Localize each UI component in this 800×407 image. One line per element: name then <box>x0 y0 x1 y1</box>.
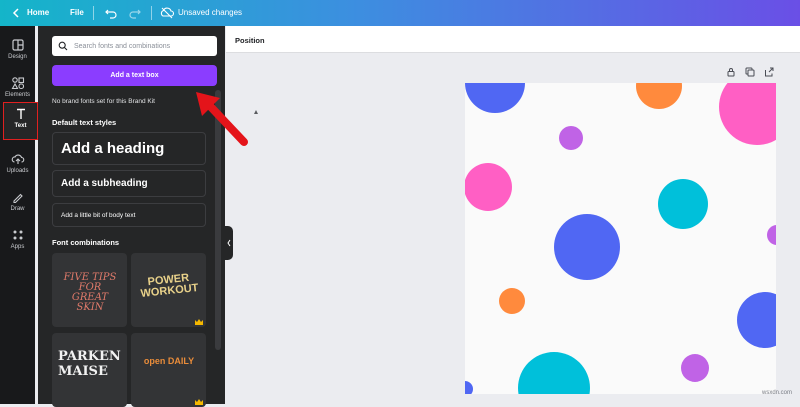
position-button[interactable]: Position <box>235 36 265 45</box>
top-toolbar: Home File Unsaved changes <box>0 0 800 26</box>
rail-item-label: Apps <box>10 244 25 250</box>
add-subheading-button[interactable]: Add a subheading <box>52 170 206 197</box>
add-body-text-button[interactable]: Add a little bit of body text <box>52 203 206 227</box>
dot-blue <box>737 292 776 348</box>
save-status-text: Unsaved changes <box>178 8 243 17</box>
annotation-arrow <box>196 92 248 146</box>
collapse-panel-handle[interactable] <box>225 226 233 260</box>
file-menu-button[interactable]: File <box>70 8 84 17</box>
undo-icon[interactable] <box>104 6 118 20</box>
dot-cyan <box>518 352 590 394</box>
toolbar-divider <box>151 6 152 20</box>
font-combination-card[interactable]: PARKEN MAISE <box>52 333 127 407</box>
dot-pink <box>719 83 776 145</box>
text-icon <box>16 108 25 119</box>
rail-item-label: Design <box>8 54 27 60</box>
draw-icon <box>12 193 23 204</box>
side-rail: Design Elements Text Uploads Draw Apps <box>0 26 38 404</box>
design-icon <box>11 39 24 51</box>
font-combination-card[interactable]: open DAILY <box>131 333 206 407</box>
rail-item-label: Uploads <box>6 168 29 174</box>
dot-purple <box>681 354 709 382</box>
search-fonts-input[interactable]: Search fonts and combinations <box>52 36 217 56</box>
share-icon[interactable] <box>764 67 774 77</box>
dot-orange <box>499 288 525 314</box>
rail-item-design[interactable]: Design <box>0 34 35 72</box>
watermark-text: wsxdn.com <box>762 390 793 396</box>
crown-icon <box>195 399 203 405</box>
combo-text: PARKEN MAISE <box>58 349 121 379</box>
text-panel: Search fonts and combinations Add a text… <box>38 26 258 407</box>
dot-purple <box>767 225 776 245</box>
upload-icon <box>11 154 24 164</box>
combo-text: FIVE TIPS FOR GREAT SKIN <box>63 272 117 313</box>
dot-pink <box>465 163 512 211</box>
rail-item-label: Draw <box>10 206 25 212</box>
home-button[interactable]: Home <box>27 8 49 17</box>
rail-item-label: Text <box>14 123 27 129</box>
search-icon <box>58 41 68 51</box>
search-placeholder: Search fonts and combinations <box>74 42 171 50</box>
rail-item-text[interactable]: Text <box>3 102 38 140</box>
rail-item-uploads[interactable]: Uploads <box>0 148 35 186</box>
font-combinations-heading: Font combinations <box>52 238 120 247</box>
combo-text: open DAILY <box>143 356 195 366</box>
dot-cyan <box>658 179 708 229</box>
crown-icon <box>195 319 203 325</box>
dot-blue <box>554 214 620 280</box>
dot-blue <box>465 83 525 113</box>
combo-text: POWER WORKOUT <box>140 271 200 300</box>
rail-item-draw[interactable]: Draw <box>0 186 35 224</box>
brand-kit-note: No brand fonts set for this Brand Kit <box>52 98 155 105</box>
dot-orange <box>636 83 682 109</box>
default-styles-heading: Default text styles <box>52 118 117 127</box>
redo-icon[interactable] <box>128 6 142 20</box>
elements-icon <box>11 77 24 90</box>
design-canvas[interactable] <box>465 83 776 394</box>
chevron-left-icon[interactable] <box>10 7 22 19</box>
toolbar-divider <box>93 6 94 20</box>
font-combination-card[interactable]: POWER WORKOUT <box>131 253 206 327</box>
font-combination-card[interactable]: FIVE TIPS FOR GREAT SKIN <box>52 253 127 327</box>
context-toolbar: Position <box>226 26 800 53</box>
dot-blue <box>465 381 473 394</box>
cloud-slash-icon[interactable] <box>159 5 175 21</box>
rail-item-label: Elements <box>4 92 30 98</box>
dot-purple <box>559 126 583 150</box>
rail-item-apps[interactable]: Apps <box>0 224 35 262</box>
apps-icon <box>13 230 22 240</box>
add-text-box-button[interactable]: Add a text box <box>52 65 217 86</box>
polka-dot-artwork <box>465 83 776 394</box>
chevron-left-icon <box>227 239 231 247</box>
lock-icon[interactable] <box>726 67 736 77</box>
scroll-up-icon[interactable] <box>254 110 258 114</box>
add-heading-button[interactable]: Add a heading <box>52 132 206 165</box>
duplicate-icon[interactable] <box>745 67 755 77</box>
